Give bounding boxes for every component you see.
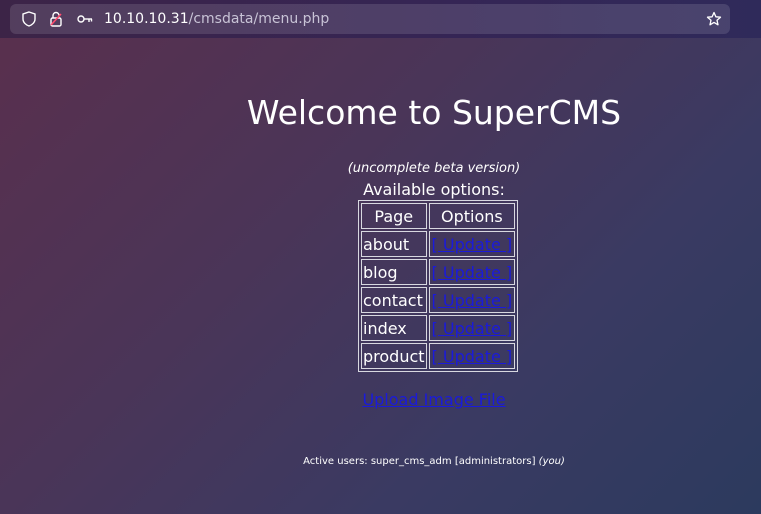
table-header-row: Page Options <box>361 203 516 229</box>
page-name-cell: about <box>361 231 427 257</box>
page-title: Welcome to SuperCMS <box>246 93 622 132</box>
options-cell: [ Update ] <box>428 315 516 341</box>
update-about-link[interactable]: [ Update ] <box>432 235 513 254</box>
address-bar[interactable]: 10.10.10.31/cmsdata/menu.php <box>10 4 730 34</box>
browser-toolbar: 10.10.10.31/cmsdata/menu.php <box>0 0 761 38</box>
update-product-link[interactable]: [ Update ] <box>432 347 513 366</box>
update-blog-link[interactable]: [ Update ] <box>432 263 513 282</box>
page-name-cell: product <box>361 343 427 369</box>
lock-warning-icon[interactable] <box>47 10 65 28</box>
upload-image-link[interactable]: Upload Image File <box>362 390 505 409</box>
update-index-link[interactable]: [ Update ] <box>432 319 513 338</box>
star-icon[interactable] <box>705 10 723 28</box>
table-row: index [ Update ] <box>361 315 516 341</box>
options-cell: [ Update ] <box>428 259 516 285</box>
url-text[interactable]: 10.10.10.31/cmsdata/menu.php <box>104 10 329 28</box>
update-contact-link[interactable]: [ Update ] <box>432 291 513 310</box>
page-name-cell: contact <box>361 287 427 313</box>
upload-link-container: Upload Image File <box>0 390 761 409</box>
key-icon[interactable] <box>76 10 94 28</box>
column-header-page: Page <box>361 203 427 229</box>
url-host: 10.10.10.31 <box>104 11 189 27</box>
column-header-options: Options <box>428 203 516 229</box>
options-cell: [ Update ] <box>428 231 516 257</box>
menu-table: Page Options about [ Update ] blog [ Upd… <box>358 200 519 372</box>
page-subtitle: (uncomplete beta version) <box>347 161 521 176</box>
url-path: /cmsdata/menu.php <box>188 11 330 27</box>
page-content: Welcome to SuperCMS (uncomplete beta ver… <box>0 38 761 514</box>
options-cell: [ Update ] <box>428 343 516 369</box>
options-cell: [ Update ] <box>428 287 516 313</box>
table-row: about [ Update ] <box>361 231 516 257</box>
table-row: blog [ Update ] <box>361 259 516 285</box>
shield-icon[interactable] <box>20 10 38 28</box>
page-name-cell: blog <box>361 259 427 285</box>
active-users-text: Active users: super_cms_adm [administrat… <box>303 456 536 467</box>
options-label: Available options: <box>363 180 505 199</box>
you-label: (you) <box>538 456 565 467</box>
active-users-footer: Active users: super_cms_adm [administrat… <box>0 456 761 467</box>
table-row: contact [ Update ] <box>361 287 516 313</box>
table-row: product [ Update ] <box>361 343 516 369</box>
page-name-cell: index <box>361 315 427 341</box>
